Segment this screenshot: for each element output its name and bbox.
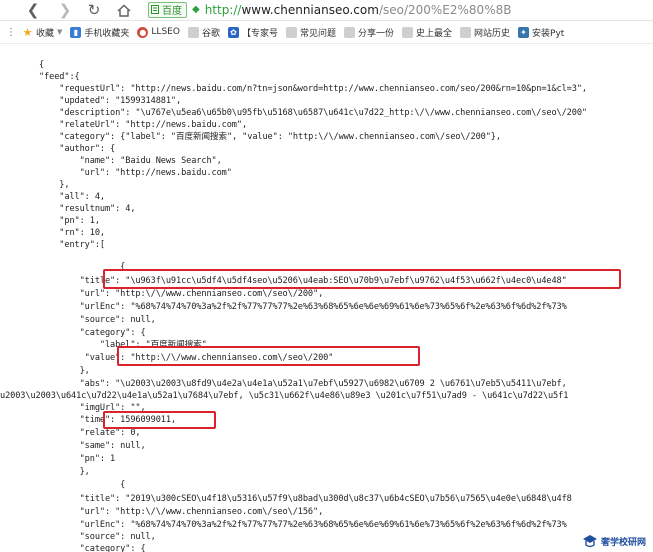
json-line: "all": 4,: [39, 192, 105, 202]
school-logo-icon: [582, 535, 597, 548]
chevron-down-icon: ▼: [57, 28, 63, 36]
json-line: "category": {: [39, 328, 146, 338]
json-line: "url": "http://news.baidu.com": [39, 168, 232, 178]
bookmark-item[interactable]: 史上最全: [402, 26, 452, 39]
bookmark-item[interactable]: 网站历史: [460, 26, 510, 39]
bookmark-item[interactable]: 分享一份: [343, 26, 394, 39]
json-line: "same": null,: [39, 441, 146, 451]
reload-icon: ↻: [87, 1, 101, 19]
lock-icon: ◆: [192, 4, 200, 15]
star-icon: ★: [22, 25, 33, 39]
mobile-icon: ▮: [70, 26, 82, 38]
json-line: "entry":[: [39, 240, 105, 250]
json-line: "description": "\u767e\u5ea6\u65b0\u95fb…: [39, 108, 587, 118]
bookmark-item[interactable]: 谷歌: [187, 26, 220, 39]
json-line: "feed":{: [39, 72, 80, 82]
page-icon: [151, 5, 159, 14]
bookmark-item[interactable]: ▮ 手机收藏夹: [70, 26, 129, 39]
json-line: "imgUrl": "",: [39, 403, 146, 413]
bookmarks-bar: ⋮ ★ 收藏 ▼ ▮ 手机收藏夹 ● LLSEO 谷歌 ✿ 【专家号 常见问题 …: [0, 21, 653, 44]
json-line: "urlEnc": "%68%74%74%70%3a%2f%2f%77%77%7…: [39, 520, 567, 530]
json-line: "updated": "1599314881",: [39, 96, 182, 106]
json-line: "rn": 10,: [39, 228, 105, 238]
json-line: "time": 1596099011,: [39, 415, 177, 425]
json-line: "requestUrl": "http://news.baidu.com/n?t…: [39, 84, 587, 94]
url-scheme: http://: [204, 2, 242, 17]
back-button[interactable]: ❮: [22, 0, 44, 20]
arrow-left-icon: ❮: [26, 1, 40, 19]
browser-toolbar: ❮ ❯ ↻ 百度 ◆ http://www.chennianseo.com/se…: [0, 0, 653, 21]
page-icon: [402, 26, 413, 38]
json-line: "category": {: [39, 544, 146, 552]
bookmark-item[interactable]: ✦ 安装Pyt: [518, 26, 564, 39]
chrome-icon: ●: [137, 26, 149, 38]
site-badge[interactable]: 百度: [148, 1, 187, 18]
json-line: "source": null,: [39, 532, 156, 542]
page-icon: [343, 26, 355, 38]
json-line: "urlEnc": "%68%74%74%70%3a%2f%2f%77%77%7…: [39, 302, 567, 312]
bookmark-item[interactable]: 常见问题: [285, 26, 336, 39]
arrow-right-icon: ❯: [58, 1, 72, 19]
json-line: {: [39, 262, 126, 272]
json-line: "pn": 1,: [39, 216, 100, 226]
json-line: },: [39, 467, 90, 477]
json-line: "title": "\u963f\u91cc\u5df4\u5df4seo\u5…: [39, 276, 567, 286]
bookmark-item[interactable]: ✿ 【专家号: [227, 26, 278, 39]
forward-button[interactable]: ❯: [54, 0, 76, 20]
watermark-text: 奢学校研网: [600, 537, 646, 548]
json-line: "source": null,: [39, 315, 156, 325]
json-line: {: [39, 480, 126, 490]
bookmark-item[interactable]: ● LLSEO: [137, 26, 180, 38]
bookmark-item[interactable]: ★ 收藏 ▼: [22, 25, 63, 39]
json-line: "value": "http:\/\/www.chennianseo.com\/…: [39, 353, 334, 363]
site-name: 百度: [162, 6, 182, 17]
json-line: "abs": "\u2003\u2003\u8fd9\u4e2a\u4e1a\u…: [39, 379, 567, 389]
json-line: "label": "百度新闻搜索": [39, 340, 207, 350]
bookmarks-menu-icon[interactable]: ⋮: [0, 27, 22, 38]
json-line: "author": {: [39, 144, 116, 154]
json-line: "name": "Baidu News Search",: [39, 156, 222, 166]
json-line: "relate": 0,: [39, 428, 141, 438]
address-bar[interactable]: 百度 ◆ http://www.chennianseo.com/seo/200%…: [148, 0, 653, 19]
json-line: "relateUrl": "http://news.baidu.com",: [39, 120, 248, 130]
json-line: "pn": 1: [39, 454, 116, 464]
json-line: "category": {"label": "百度新闻搜索", "value":…: [39, 132, 501, 142]
json-line: "url": "http:\/\/www.chennianseo.com\/se…: [39, 507, 324, 517]
json-viewer[interactable]: { "feed":{ "requestUrl": "http://news.ba…: [0, 44, 653, 552]
url-host: www.chennianseo.com: [241, 2, 379, 17]
json-line: "title": "2019\u300cSEO\u4f18\u5316\u57f…: [39, 494, 572, 504]
paw-icon: ✿: [227, 26, 239, 38]
json-line: },: [39, 366, 90, 376]
home-button[interactable]: [113, 0, 135, 20]
home-icon: [117, 4, 131, 17]
page-icon: [285, 26, 297, 38]
json-line: "resultnum": 4,: [39, 204, 136, 214]
page-icon: [187, 26, 199, 38]
watermark: 奢学校研网: [578, 533, 649, 549]
json-line: },: [39, 180, 70, 190]
json-line: {: [39, 60, 45, 70]
json-line: u2003\u2003\u641c\u7d22\u4e1a\u52a1\u768…: [0, 391, 569, 401]
reload-button[interactable]: ↻: [83, 0, 105, 20]
python-icon: ✦: [518, 26, 530, 38]
json-line: "url": "http:\/\/www.chennianseo.com\/se…: [39, 289, 324, 299]
url-path: /seo/200%E2%80%8B: [378, 2, 512, 17]
page-icon: [460, 26, 472, 38]
